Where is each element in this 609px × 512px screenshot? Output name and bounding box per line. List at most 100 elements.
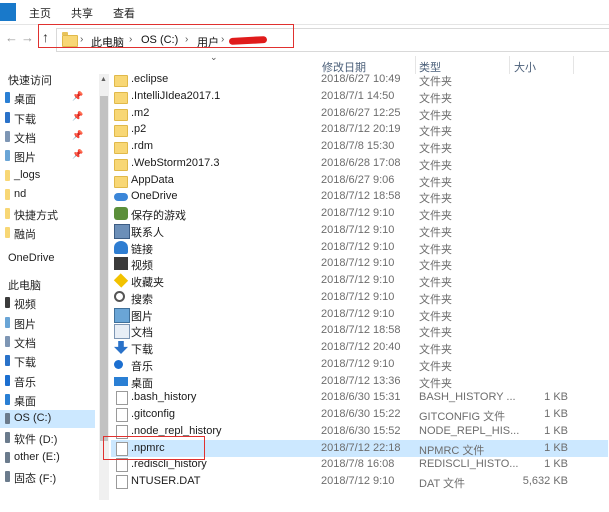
file-row[interactable]: 音乐 2018/7/12 9:10 文件夹 [111, 356, 608, 373]
pic-icon [114, 307, 130, 323]
nav-item-label: 图片 [14, 152, 36, 165]
nav-item[interactable]: 图片 📌 [0, 147, 95, 165]
nav-item[interactable]: other (E:) [0, 449, 95, 467]
file-date: 2018/6/27 12:25 [321, 106, 401, 119]
file-row[interactable]: 链接 2018/7/12 9:10 文件夹 [111, 239, 608, 256]
file-row[interactable]: 下载 2018/7/12 20:40 文件夹 [111, 339, 608, 356]
nav-item[interactable]: 桌面 [0, 391, 95, 409]
nav-section-header[interactable]: 此电脑 [0, 275, 95, 293]
nav-item[interactable]: OS (C:) [0, 410, 95, 429]
tab-home[interactable]: 主页 [29, 5, 51, 21]
file-type: 文件夹 [419, 243, 452, 256]
folder-icon [114, 158, 128, 171]
nav-item-icon [5, 188, 10, 200]
nav-item-label: 桌面 [14, 94, 36, 107]
file-row[interactable]: .WebStorm2017.3 2018/6/28 17:08 文件夹 [111, 155, 608, 172]
tab-share[interactable]: 共享 [71, 5, 93, 21]
nav-item[interactable]: 固态 (F:) [0, 468, 95, 486]
contacts-icon [114, 223, 130, 239]
pin-icon[interactable]: 📌 [72, 91, 83, 102]
file-row[interactable]: .m2 2018/6/27 12:25 文件夹 [111, 105, 608, 122]
nav-item[interactable]: 文档 📌 [0, 128, 95, 146]
nav-item[interactable]: 桌面 📌 [0, 89, 95, 107]
file-row[interactable]: 收藏夹 2018/7/12 9:10 文件夹 [111, 272, 608, 289]
file-size: 1 KB [544, 441, 568, 454]
nav-item-label: OneDrive [8, 251, 55, 264]
file-date: 2018/7/12 9:10 [321, 307, 395, 320]
file-date: 2018/7/12 13:36 [321, 374, 401, 387]
nav-section-header[interactable]: OneDrive [0, 250, 95, 268]
scrollbar-thumb[interactable] [100, 96, 108, 441]
file-name: 链接 [131, 243, 153, 256]
nav-item[interactable]: 图片 [0, 314, 95, 332]
nav-section-header[interactable]: 快速访问 [0, 70, 95, 88]
nav-item-label: other (E:) [14, 450, 60, 463]
nav-item[interactable]: 视频 [0, 294, 95, 312]
file-type: 文件夹 [419, 193, 452, 206]
file-date: 2018/7/1 14:50 [321, 89, 395, 102]
file-row[interactable]: 搜索 2018/7/12 9:10 文件夹 [111, 289, 608, 306]
nav-item[interactable]: 文档 [0, 333, 95, 351]
doc-icon [116, 408, 128, 422]
folder-icon [114, 125, 128, 138]
nav-item-icon [5, 297, 10, 309]
file-date: 2018/7/12 9:10 [321, 223, 395, 236]
file-date: 2018/7/12 9:10 [321, 207, 395, 219]
back-arrow-icon[interactable]: ← [5, 30, 18, 45]
file-name: 音乐 [131, 360, 153, 373]
file-name: 视频 [131, 260, 153, 273]
pin-icon[interactable]: 📌 [72, 149, 83, 160]
file-row[interactable]: .bash_history 2018/6/30 15:31 BASH_HISTORY… [111, 389, 608, 406]
file-type: NODE_REPL_HIS... [419, 424, 520, 437]
nav-item-icon [5, 393, 10, 405]
nav-item-icon [5, 169, 10, 181]
video-icon [114, 257, 128, 271]
file-type: 文件夹 [419, 226, 452, 239]
status-bar [0, 500, 609, 512]
file-name: .WebStorm2017.3 [131, 156, 220, 169]
file-type: 文件夹 [419, 143, 452, 155]
file-row[interactable]: .rdm 2018/7/8 15:30 文件夹 [111, 138, 608, 155]
file-row[interactable]: 保存的游戏 2018/7/12 9:10 文件夹 [111, 205, 608, 222]
file-size: 1 KB [544, 408, 568, 420]
nav-item[interactable]: 音乐 [0, 372, 95, 390]
nav-item[interactable]: 下载 📌 [0, 109, 95, 127]
nav-item[interactable]: 融尚 [0, 224, 95, 242]
file-date: 2018/7/12 9:10 [321, 257, 395, 270]
file-date: 2018/6/27 9:06 [321, 173, 395, 186]
file-name: 保存的游戏 [131, 210, 186, 222]
scroll-up-icon[interactable]: ▲ [100, 76, 107, 83]
nav-item-label: nd [14, 187, 27, 200]
nav-item[interactable]: 快捷方式 [0, 205, 95, 223]
file-tab[interactable] [0, 3, 16, 21]
file-name: 下载 [131, 344, 153, 356]
file-row[interactable]: .gitconfig 2018/6/30 15:22 GITCONFIG 文件 1 K… [111, 406, 608, 423]
forward-arrow-icon[interactable]: → [21, 30, 34, 45]
pin-icon[interactable]: 📌 [72, 130, 83, 141]
file-row[interactable]: .p2 2018/7/12 20:19 文件夹 [111, 121, 608, 138]
file-row[interactable]: 图片 2018/7/12 9:10 文件夹 [111, 306, 608, 323]
nav-item-icon [5, 208, 10, 220]
nav-item-label: 快捷方式 [14, 210, 58, 223]
file-row[interactable]: 视频 2018/7/12 9:10 文件夹 [111, 255, 608, 272]
nav-item-icon [5, 374, 10, 386]
file-row[interactable]: 文档 2018/7/12 18:58 文件夹 [111, 322, 608, 340]
nav-item[interactable]: 软件 (D:) [0, 429, 95, 447]
nav-item[interactable]: 下载 [0, 352, 95, 370]
file-row[interactable]: .eclipse 2018/6/27 10:49 文件夹 [111, 71, 608, 88]
file-row[interactable]: 联系人 2018/7/12 9:10 文件夹 [111, 222, 608, 239]
tab-view[interactable]: 查看 [113, 5, 135, 21]
file-row[interactable]: 桌面 2018/7/12 13:36 文件夹 [111, 373, 608, 390]
folder-icon [114, 91, 128, 104]
folder-icon [114, 75, 128, 87]
nav-item-label: 软件 (D:) [14, 434, 58, 447]
nav-item[interactable]: _logs [0, 167, 95, 185]
file-row[interactable]: AppData 2018/6/27 9:06 文件夹 [111, 172, 608, 189]
pin-icon[interactable]: 📌 [72, 111, 83, 122]
file-date: 2018/7/12 9:10 [321, 240, 395, 253]
file-row[interactable]: .IntelliJIdea2017.1 2018/7/1 14:50 文件夹 [111, 88, 608, 105]
file-row[interactable]: NTUSER.DAT 2018/7/12 9:10 DAT 文件 5,632 KB [111, 473, 608, 490]
nav-item[interactable]: nd [0, 186, 95, 204]
nav-item-label: 融尚 [14, 229, 36, 242]
file-row[interactable]: OneDrive 2018/7/12 18:58 文件夹 [111, 188, 608, 205]
